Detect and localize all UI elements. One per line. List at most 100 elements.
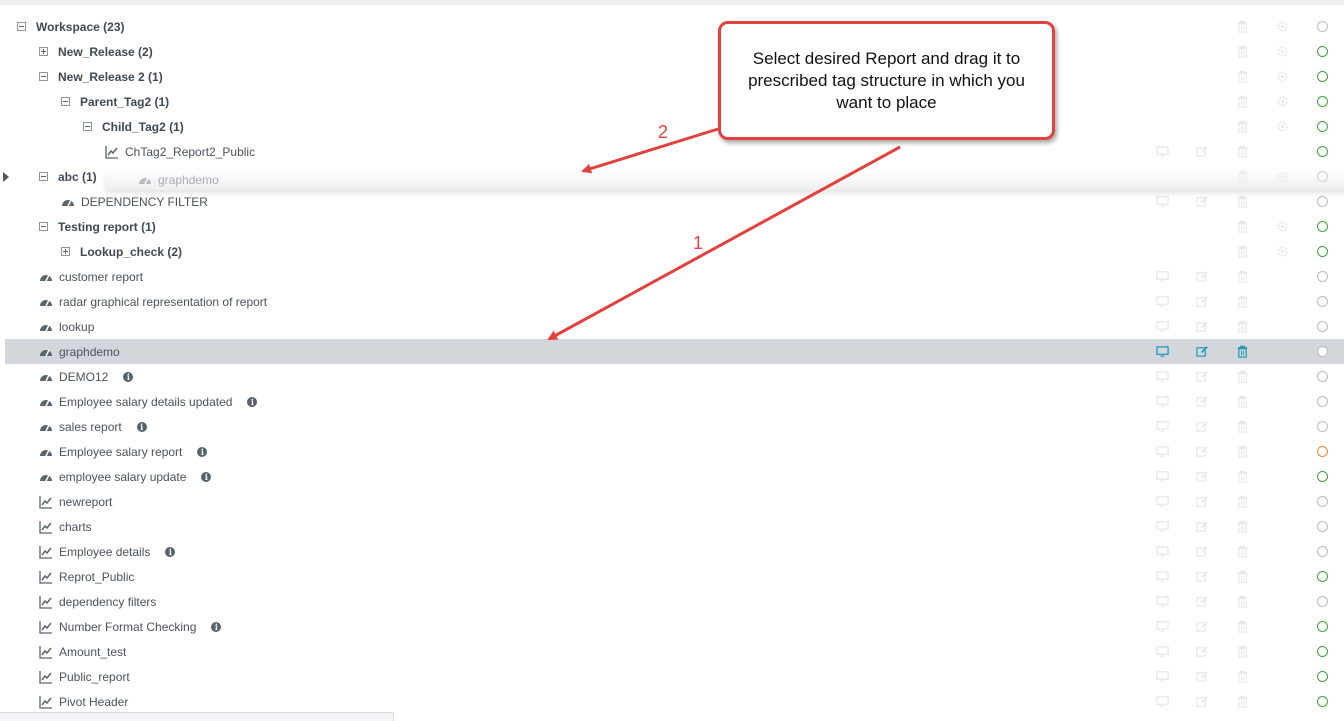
edit-icon[interactable] bbox=[1196, 270, 1209, 283]
edit-icon[interactable] bbox=[1196, 420, 1209, 433]
gear-icon[interactable] bbox=[1276, 120, 1289, 133]
trash-icon[interactable] bbox=[1236, 420, 1249, 433]
info-icon[interactable]: i bbox=[123, 371, 134, 382]
monitor-icon[interactable] bbox=[1156, 445, 1169, 458]
report-row[interactable]: DEPENDENCY FILTER bbox=[0, 189, 1344, 214]
edit-icon[interactable] bbox=[1196, 495, 1209, 508]
info-icon[interactable]: i bbox=[211, 621, 222, 632]
edit-icon[interactable] bbox=[1196, 320, 1209, 333]
edit-icon[interactable] bbox=[1196, 520, 1209, 533]
report-row[interactable]: Number Format Checking i bbox=[0, 614, 1344, 639]
monitor-icon[interactable] bbox=[1156, 645, 1169, 658]
tree-node[interactable]: Number Format Checking i bbox=[39, 614, 222, 639]
tag-row[interactable]: New_Release (2) bbox=[0, 39, 1344, 64]
tree-node[interactable]: Pivot Header bbox=[39, 689, 128, 714]
gear-icon[interactable] bbox=[1276, 220, 1289, 233]
gear-icon[interactable] bbox=[1276, 245, 1289, 258]
report-row[interactable]: ChTag2_Report2_Public bbox=[0, 139, 1344, 164]
monitor-icon[interactable] bbox=[1156, 520, 1169, 533]
trash-icon[interactable] bbox=[1236, 495, 1249, 508]
edit-icon[interactable] bbox=[1196, 570, 1209, 583]
edit-icon[interactable] bbox=[1196, 295, 1209, 308]
trash-icon[interactable] bbox=[1236, 370, 1249, 383]
trash-icon[interactable] bbox=[1236, 670, 1249, 683]
trash-icon[interactable] bbox=[1236, 270, 1249, 283]
collapse-icon[interactable] bbox=[61, 97, 70, 106]
status-indicator[interactable] bbox=[1317, 321, 1328, 332]
report-row[interactable]: dependency filters bbox=[0, 589, 1344, 614]
status-indicator[interactable] bbox=[1317, 571, 1328, 582]
monitor-icon[interactable] bbox=[1156, 495, 1169, 508]
report-row[interactable]: employee salary update i bbox=[0, 464, 1344, 489]
trash-icon[interactable] bbox=[1236, 345, 1249, 358]
info-icon[interactable]: i bbox=[136, 421, 147, 432]
monitor-icon[interactable] bbox=[1156, 595, 1169, 608]
collapse-icon[interactable] bbox=[83, 122, 92, 131]
trash-icon[interactable] bbox=[1236, 595, 1249, 608]
status-indicator[interactable] bbox=[1317, 96, 1328, 107]
collapse-icon[interactable] bbox=[17, 22, 26, 31]
monitor-icon[interactable] bbox=[1156, 395, 1169, 408]
gear-icon[interactable] bbox=[1276, 45, 1289, 58]
report-row[interactable]: Public_report bbox=[0, 664, 1344, 689]
trash-icon[interactable] bbox=[1236, 620, 1249, 633]
status-indicator[interactable] bbox=[1317, 246, 1328, 257]
info-icon[interactable]: i bbox=[165, 546, 176, 557]
trash-icon[interactable] bbox=[1236, 320, 1249, 333]
edit-icon[interactable] bbox=[1196, 370, 1209, 383]
tree-node[interactable]: radar graphical representation of report bbox=[39, 289, 267, 314]
status-indicator[interactable] bbox=[1317, 371, 1328, 382]
expand-icon[interactable] bbox=[39, 47, 48, 56]
trash-icon[interactable] bbox=[1236, 195, 1249, 208]
tree-node[interactable]: Employee salary report i bbox=[39, 439, 208, 464]
gear-icon[interactable] bbox=[1276, 20, 1289, 33]
report-row[interactable]: Employee details i bbox=[0, 539, 1344, 564]
info-icon[interactable]: i bbox=[201, 471, 212, 482]
edit-icon[interactable] bbox=[1196, 445, 1209, 458]
tree-node[interactable]: Parent_Tag2 (1) bbox=[61, 89, 169, 114]
trash-icon[interactable] bbox=[1236, 520, 1249, 533]
tree-node[interactable]: ChTag2_Report2_Public bbox=[105, 139, 255, 164]
status-indicator[interactable] bbox=[1317, 446, 1328, 457]
monitor-icon[interactable] bbox=[1156, 570, 1169, 583]
edit-icon[interactable] bbox=[1196, 595, 1209, 608]
trash-icon[interactable] bbox=[1236, 95, 1249, 108]
status-indicator[interactable] bbox=[1317, 221, 1328, 232]
trash-icon[interactable] bbox=[1236, 45, 1249, 58]
monitor-icon[interactable] bbox=[1156, 145, 1169, 158]
status-indicator[interactable] bbox=[1317, 196, 1328, 207]
tree-node[interactable]: employee salary update i bbox=[39, 464, 212, 489]
edit-icon[interactable] bbox=[1196, 670, 1209, 683]
tag-row[interactable]: Lookup_check (2) bbox=[0, 239, 1344, 264]
tree-node[interactable]: Lookup_check (2) bbox=[61, 239, 182, 264]
status-indicator[interactable] bbox=[1317, 671, 1328, 682]
tree-node[interactable]: graphdemo bbox=[39, 339, 120, 364]
tree-node[interactable]: sales report i bbox=[39, 414, 147, 439]
trash-icon[interactable] bbox=[1236, 470, 1249, 483]
edit-icon[interactable] bbox=[1196, 395, 1209, 408]
monitor-icon[interactable] bbox=[1156, 195, 1169, 208]
trash-icon[interactable] bbox=[1236, 70, 1249, 83]
tree-node[interactable]: DEPENDENCY FILTER bbox=[61, 189, 208, 214]
tree-node[interactable]: Child_Tag2 (1) bbox=[83, 114, 184, 139]
trash-icon[interactable] bbox=[1236, 395, 1249, 408]
report-row[interactable]: Employee salary details updated i bbox=[0, 389, 1344, 414]
tag-row[interactable]: Workspace (23) bbox=[0, 14, 1344, 39]
status-indicator[interactable] bbox=[1317, 621, 1328, 632]
tag-row[interactable]: Parent_Tag2 (1) bbox=[0, 89, 1344, 114]
tree-node[interactable]: New_Release (2) bbox=[39, 39, 153, 64]
edit-icon[interactable] bbox=[1196, 620, 1209, 633]
monitor-icon[interactable] bbox=[1156, 420, 1169, 433]
tree-node[interactable]: abc (1) bbox=[39, 164, 97, 189]
tree-node[interactable]: Employee details i bbox=[39, 539, 176, 564]
status-indicator[interactable] bbox=[1317, 546, 1328, 557]
status-indicator[interactable] bbox=[1317, 121, 1328, 132]
trash-icon[interactable] bbox=[1236, 220, 1249, 233]
monitor-icon[interactable] bbox=[1156, 295, 1169, 308]
trash-icon[interactable] bbox=[1236, 695, 1249, 708]
status-indicator[interactable] bbox=[1317, 146, 1328, 157]
edit-icon[interactable] bbox=[1196, 145, 1209, 158]
report-row[interactable]: radar graphical representation of report bbox=[0, 289, 1344, 314]
tag-row[interactable]: New_Release 2 (1) bbox=[0, 64, 1344, 89]
trash-icon[interactable] bbox=[1236, 120, 1249, 133]
